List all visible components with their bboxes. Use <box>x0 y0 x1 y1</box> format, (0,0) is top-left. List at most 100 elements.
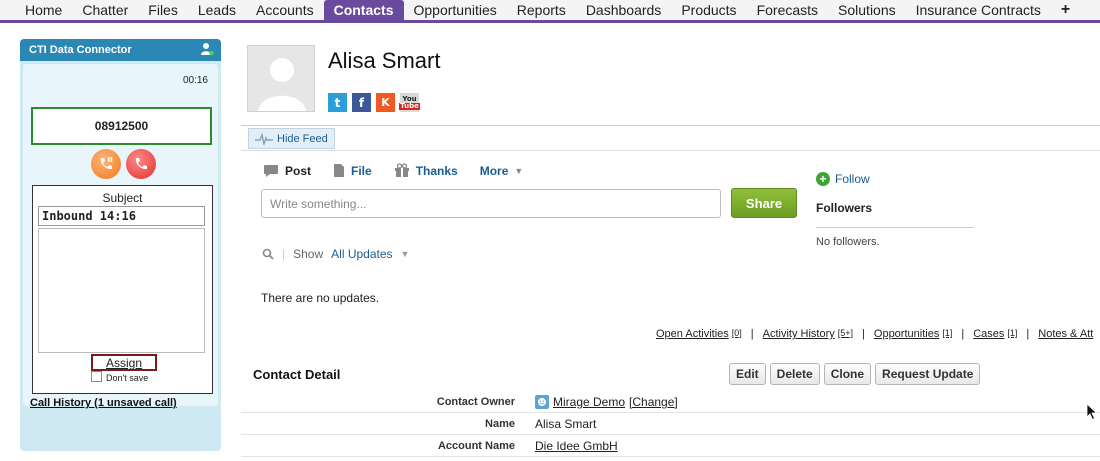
call-timer: 00:16 <box>182 75 208 86</box>
share-button[interactable]: Share <box>731 188 797 218</box>
hold-button[interactable] <box>91 149 121 179</box>
followers-empty-message: No followers. <box>816 236 880 248</box>
feed-empty-message: There are no updates. <box>261 291 380 305</box>
gift-icon <box>394 163 409 177</box>
related-link-cases[interactable]: Cases <box>973 328 1004 340</box>
tab-files[interactable]: Files <box>138 0 188 20</box>
page-title: Alisa Smart <box>328 48 441 73</box>
tab-forecasts[interactable]: Forecasts <box>747 0 828 20</box>
owner-link[interactable]: Mirage Demo <box>553 395 625 409</box>
phone-hangup-icon <box>135 158 147 170</box>
tab-leads[interactable]: Leads <box>188 0 246 20</box>
delete-button[interactable]: Delete <box>769 363 820 385</box>
tab-contacts[interactable]: Contacts <box>323 0 404 20</box>
chevron-down-icon: ▼ <box>514 165 524 176</box>
tab-products[interactable]: Products <box>671 0 746 20</box>
file-icon <box>334 164 345 177</box>
subject-box: Subject Inbound 14:16 Assign Don't save <box>32 185 213 394</box>
dont-save-label: Don't save <box>106 373 149 383</box>
mouse-cursor-icon <box>1086 403 1098 421</box>
field-value: Die Idee GmbH <box>535 439 618 453</box>
publisher-post-tab[interactable]: Post <box>263 164 311 178</box>
feed-publisher: Post File Thanks More ▼ <box>263 163 545 178</box>
top-nav: Home Chatter Files Leads Accounts Contac… <box>0 0 1100 23</box>
tab-accounts[interactable]: Accounts <box>246 0 324 20</box>
plus-circle-icon: + <box>816 172 830 186</box>
klout-icon[interactable]: K <box>376 93 395 112</box>
tab-chatter[interactable]: Chatter <box>72 0 138 20</box>
subject-input[interactable]: Inbound 14:16 <box>38 206 205 226</box>
tab-opportunities[interactable]: Opportunities <box>404 0 507 20</box>
avatar-placeholder-icon <box>258 58 306 111</box>
tab-solutions[interactable]: Solutions <box>828 0 906 20</box>
related-count[interactable]: [1] <box>1007 328 1017 340</box>
related-count[interactable]: [1] <box>942 328 952 340</box>
field-value: Alisa Smart <box>535 417 597 431</box>
field-row-name: Name Alisa Smart <box>241 413 1100 435</box>
chevron-down-icon[interactable]: ▼ <box>401 249 410 259</box>
tab-insurance-contracts[interactable]: Insurance Contracts <box>906 0 1051 20</box>
hide-feed-button[interactable]: Hide Feed <box>248 128 335 149</box>
related-link-open-activities[interactable]: Open Activities <box>656 328 729 340</box>
account-link[interactable]: Die Idee GmbH <box>535 439 618 453</box>
related-list-links: Open Activities [0] | Activity History [… <box>656 328 1093 340</box>
link-separator: | <box>961 328 965 340</box>
publisher-more-dropdown[interactable]: More ▼ <box>480 164 524 178</box>
related-link-notes-attachments[interactable]: Notes & Att <box>1038 328 1093 340</box>
phone-hold-icon <box>100 157 113 170</box>
link-separator: | <box>1026 328 1030 340</box>
hide-feed-label: Hide Feed <box>277 132 328 145</box>
assign-button[interactable]: Assign <box>91 354 157 371</box>
contact-avatar[interactable] <box>247 45 315 112</box>
tab-dashboards[interactable]: Dashboards <box>576 0 672 20</box>
tab-more-button[interactable]: + <box>1051 0 1080 20</box>
youtube-icon[interactable]: You Tube <box>399 93 420 112</box>
publisher-thanks-tab[interactable]: Thanks <box>394 163 458 178</box>
call-notes-textarea[interactable] <box>38 228 205 353</box>
thanks-label: Thanks <box>415 163 458 178</box>
twitter-icon[interactable]: t <box>328 93 347 112</box>
user-status-icon[interactable] <box>200 42 214 56</box>
related-count[interactable]: [0] <box>732 328 742 340</box>
field-value: Mirage Demo [Change] <box>535 395 678 409</box>
field-label: Name <box>485 418 515 430</box>
clone-button[interactable]: Clone <box>823 363 872 385</box>
hangup-button[interactable] <box>126 149 156 179</box>
cti-panel: CTI Data Connector 00:16 08912500 Subjec… <box>20 39 221 451</box>
speech-bubble-icon <box>264 164 278 177</box>
feed-filter-dropdown[interactable]: All Updates <box>331 247 392 261</box>
related-link-opportunities[interactable]: Opportunities <box>874 328 939 340</box>
dont-save-checkbox[interactable] <box>91 370 102 382</box>
link-separator: | <box>862 328 865 340</box>
feed-post-input[interactable]: Write something... <box>261 189 721 218</box>
change-owner-link[interactable]: [Change] <box>629 395 678 409</box>
tab-home[interactable]: Home <box>0 0 72 20</box>
feed-toolbar: Hide Feed <box>241 125 1100 151</box>
publisher-file-tab[interactable]: File <box>333 163 372 178</box>
phone-number-display: 08912500 <box>31 107 212 145</box>
field-label: Contact Owner <box>436 396 515 408</box>
youtube-tube-text: Tube <box>399 101 420 110</box>
more-label: More <box>479 163 509 178</box>
social-links: t f K You Tube <box>328 93 420 112</box>
subject-label: Subject <box>102 191 143 205</box>
cti-body: 00:16 08912500 Subject Inbound 14:16 Ass… <box>23 64 218 406</box>
show-label: Show <box>293 247 324 261</box>
follow-button[interactable]: + Follow <box>816 172 870 186</box>
detail-button-bar: Edit Delete Clone Request Update <box>729 363 981 385</box>
request-update-button[interactable]: Request Update <box>875 363 981 385</box>
post-label: Post <box>285 163 312 178</box>
link-separator: | <box>750 328 754 340</box>
dont-save-option: Don't save <box>91 370 149 383</box>
tab-reports[interactable]: Reports <box>507 0 576 20</box>
field-row-account-name: Account Name Die Idee GmbH <box>241 435 1100 457</box>
facebook-icon[interactable]: f <box>352 93 371 112</box>
file-label: File <box>351 163 372 178</box>
call-history-link[interactable]: Call History (1 unsaved call) <box>30 397 177 409</box>
related-count[interactable]: [5+] <box>838 328 853 340</box>
related-link-activity-history[interactable]: Activity History <box>763 328 835 340</box>
contact-detail-heading: Contact Detail <box>253 367 341 382</box>
search-icon[interactable] <box>262 248 274 260</box>
follow-label: Follow <box>835 172 870 186</box>
edit-button[interactable]: Edit <box>729 363 766 385</box>
